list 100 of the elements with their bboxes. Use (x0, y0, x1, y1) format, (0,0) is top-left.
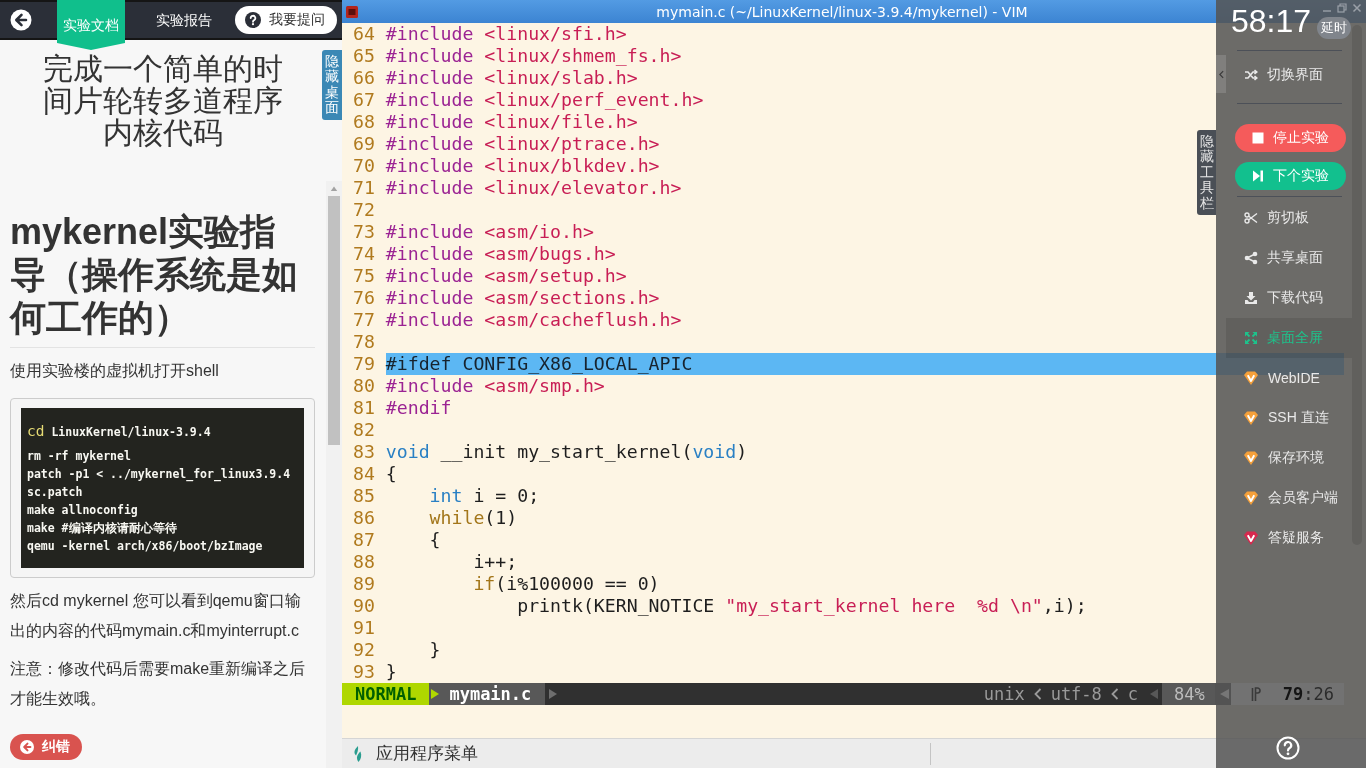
code-line: #endif (385, 397, 452, 418)
stop-icon (1252, 132, 1264, 144)
code-line: #include <asm/io.h> (385, 221, 594, 242)
code-line: #include <linux/elevator.h> (385, 177, 682, 198)
toolbar-item[interactable]: 下载代码 (1226, 278, 1352, 318)
line-number: 68 (351, 111, 375, 133)
download-icon (1244, 291, 1258, 305)
code-line: i++; (472, 551, 518, 572)
help-icon[interactable] (1276, 736, 1300, 760)
toolbar-button[interactable]: 下个实验 (1235, 162, 1346, 190)
file-name: mymain.c (449, 683, 532, 705)
code-line: while(1) (428, 507, 518, 528)
cursor-position: 79:26 (1282, 683, 1334, 705)
line-number: 74 (351, 243, 375, 265)
line-number: 88 (351, 551, 375, 573)
tab[interactable]: 实验文档 (57, 0, 125, 50)
toolbar-button[interactable]: 停止实验 (1235, 124, 1346, 152)
doc-heading: mykernel实验指导（操作系统是如何工作的） (10, 210, 299, 339)
code-line: int i = 0; (428, 485, 540, 506)
hide-desktop-tab[interactable]: 隐藏桌面 (322, 50, 342, 120)
toolbar-item[interactable]: 会员客户端 (1226, 478, 1352, 518)
code-line: #include <linux/file.h> (385, 111, 638, 132)
paragraph: 然后cd mykernel 您可以看到qemu窗口输出的内容的代码mymain.c和myinterrupt.c (10, 591, 302, 641)
code-line: { (428, 529, 441, 550)
line-number: 64 (351, 23, 375, 45)
hide-toolbar-tab[interactable]: 隐藏工具栏 (1197, 130, 1216, 215)
line-number: 80 (351, 375, 375, 397)
line-number: 65 (351, 45, 375, 67)
line-number: 89 (351, 573, 375, 595)
code-line: make allnoconfig (27, 502, 139, 519)
shuffle-icon (1244, 68, 1258, 82)
line-number: 92 (351, 639, 375, 661)
line-number: 83 (351, 441, 375, 463)
line-number: 72 (351, 199, 375, 221)
toolbar-item[interactable]: WebIDE (1226, 358, 1352, 398)
line-number: 73 (351, 221, 375, 243)
toolbar-item[interactable]: 桌面全屏 (1226, 318, 1352, 358)
toolbar-item[interactable]: SSH 直连 (1226, 398, 1352, 438)
code-line: #include <linux/ptrace.h> (385, 133, 660, 154)
toolbar-item[interactable]: 答疑服务 (1226, 518, 1352, 558)
skip-next-icon (1252, 170, 1264, 182)
triangle-right-icon (431, 689, 440, 699)
scrollbar[interactable] (1352, 25, 1362, 545)
line-number: 90 (351, 595, 375, 617)
code-line: #include <linux/perf_event.h> (385, 89, 704, 110)
code-line: { (385, 463, 397, 484)
arrow-up-icon[interactable] (330, 186, 338, 191)
scissors-icon (1244, 211, 1258, 225)
close-icon[interactable] (1352, 3, 1362, 13)
app-icon (346, 5, 358, 18)
paragraph: 使用实验楼的虚拟机打开shell (10, 361, 220, 381)
toolbar-item[interactable]: 剪切板 (1226, 198, 1352, 238)
collapse-handle[interactable] (1216, 55, 1226, 93)
line-symbol-icon (1250, 686, 1261, 702)
toolbar-item[interactable]: 保存环境 (1226, 438, 1352, 478)
line-number: 86 (351, 507, 375, 529)
code-line: #include <asm/smp.h> (385, 375, 605, 396)
code-line: rm -rf mykernel (27, 448, 132, 465)
tab[interactable]: 实验报告 (150, 2, 218, 38)
report-error-button[interactable]: 纠错 (10, 734, 82, 760)
code-line: printk(KERN_NOTICE "my_start_kernel here %d \n",i); (516, 595, 1087, 616)
toolbar-item[interactable]: 共享桌面 (1226, 238, 1352, 278)
code-line: #include <asm/cacheflush.h> (385, 309, 682, 330)
scrollbar[interactable] (326, 181, 342, 768)
line-number: 84 (351, 463, 375, 485)
restore-icon[interactable] (1337, 3, 1347, 13)
extend-time-button[interactable]: 延时 (1317, 17, 1351, 39)
mode-indicator: NORMAL (342, 683, 430, 705)
ask-question-button[interactable]: 我要提问 (235, 6, 337, 34)
triangle-right-icon (549, 689, 558, 699)
code-line: #include <linux/blkdev.h> (385, 155, 660, 176)
file-format: unix (983, 683, 1025, 705)
code-line: } (385, 661, 397, 682)
line-number: 81 (351, 397, 375, 419)
code-line: #include <linux/slab.h> (385, 67, 638, 88)
countdown-timer: 58:17 (1231, 3, 1312, 39)
scroll-thumb[interactable] (328, 196, 340, 445)
paragraph: 注意：修改代码后需要make重新编译之后才能生效哦。 (10, 659, 307, 709)
line-number: 93 (351, 661, 375, 683)
code-line: #include <asm/bugs.h> (385, 243, 616, 264)
line-number: 87 (351, 529, 375, 551)
file-encoding: utf-8 (1050, 683, 1102, 705)
code-line: #include <linux/sfi.h> (385, 23, 627, 44)
line-number: 91 (351, 617, 375, 639)
code-line: #include <asm/setup.h> (385, 265, 627, 286)
triangle-left-icon (1150, 689, 1159, 699)
help-icon (245, 12, 261, 28)
code-line: #include <linux/shmem_fs.h> (385, 45, 682, 66)
expand-icon (1244, 331, 1258, 345)
line-number: 69 (351, 133, 375, 155)
chevron-left-icon (1033, 688, 1042, 700)
chevron-left-icon (1218, 69, 1224, 79)
line-number: 67 (351, 89, 375, 111)
app-menu-button[interactable]: 应用程序菜单 (352, 742, 478, 765)
code-line: cd LinuxKernel/linux-3.9.4 (27, 422, 212, 441)
line-number: 76 (351, 287, 375, 309)
code-line: } (428, 639, 441, 660)
window-title: mymain.c (~/LinuxKernel/linux-3.9.4/mykernel) - VIM (655, 3, 1029, 20)
toolbar-item[interactable]: 切换界面 (1226, 55, 1352, 95)
line-number: 78 (351, 331, 375, 353)
